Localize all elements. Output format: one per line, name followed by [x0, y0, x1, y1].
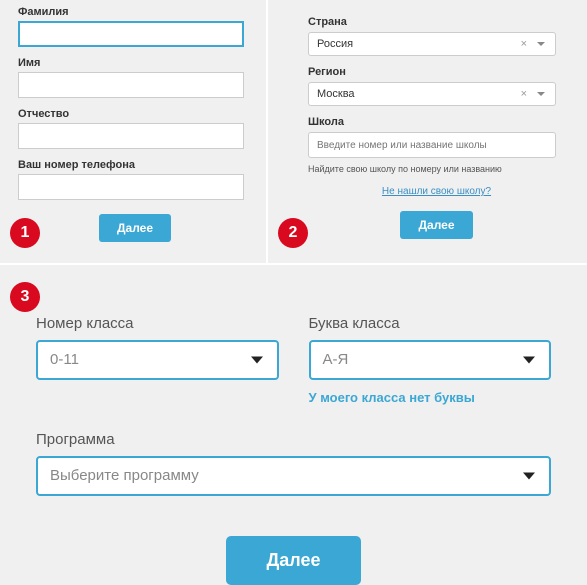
next-button[interactable]: Далее: [226, 536, 360, 585]
class-letter-select[interactable]: А-Я: [309, 340, 552, 380]
phone-label: Ваш номер телефона: [18, 159, 252, 171]
surname-input[interactable]: [18, 21, 244, 47]
phone-input[interactable]: [18, 174, 244, 200]
class-number-value: 0-11: [50, 351, 79, 368]
program-select[interactable]: Выберите программу: [36, 456, 551, 496]
patronymic-label: Отчество: [18, 108, 252, 120]
class-letter-label: Буква класса: [309, 315, 552, 332]
region-label: Регион: [308, 66, 565, 78]
step2-panel: Страна Россия × Регион Москва × Школа На…: [268, 0, 587, 263]
surname-label: Фамилия: [18, 6, 252, 18]
country-label: Страна: [308, 16, 565, 28]
step-badge-3: 3: [10, 282, 40, 312]
chevron-down-icon: [251, 357, 263, 364]
no-letter-link[interactable]: У моего класса нет буквы: [309, 390, 552, 405]
region-select[interactable]: Москва ×: [308, 82, 556, 106]
chevron-down-icon: [537, 42, 545, 46]
name-label: Имя: [18, 57, 252, 69]
program-value: Выберите программу: [50, 467, 199, 484]
patronymic-input[interactable]: [18, 123, 244, 149]
country-value: Россия: [317, 38, 353, 50]
class-number-select[interactable]: 0-11: [36, 340, 279, 380]
program-label: Программа: [36, 431, 551, 448]
chevron-down-icon: [523, 357, 535, 364]
chevron-down-icon: [537, 92, 545, 96]
class-letter-value: А-Я: [323, 351, 349, 368]
next-button[interactable]: Далее: [99, 214, 171, 242]
step3-panel: Номер класса 0-11 Буква класса А-Я У мое…: [0, 265, 587, 563]
clear-icon[interactable]: ×: [521, 83, 527, 105]
no-school-link[interactable]: Не нашли свою школу?: [308, 186, 565, 197]
class-number-label: Номер класса: [36, 315, 279, 332]
school-label: Школа: [308, 116, 565, 128]
country-select[interactable]: Россия ×: [308, 32, 556, 56]
school-input[interactable]: [308, 132, 556, 158]
school-hint: Найдите свою школу по номеру или названи…: [308, 164, 565, 174]
clear-icon[interactable]: ×: [521, 33, 527, 55]
region-value: Москва: [317, 88, 355, 100]
next-button[interactable]: Далее: [400, 211, 472, 239]
step1-panel: Фамилия Имя Отчество Ваш номер телефона …: [0, 0, 266, 263]
step-badge-2: 2: [278, 218, 308, 248]
chevron-down-icon: [523, 473, 535, 480]
name-input[interactable]: [18, 72, 244, 98]
step-badge-1: 1: [10, 218, 40, 248]
